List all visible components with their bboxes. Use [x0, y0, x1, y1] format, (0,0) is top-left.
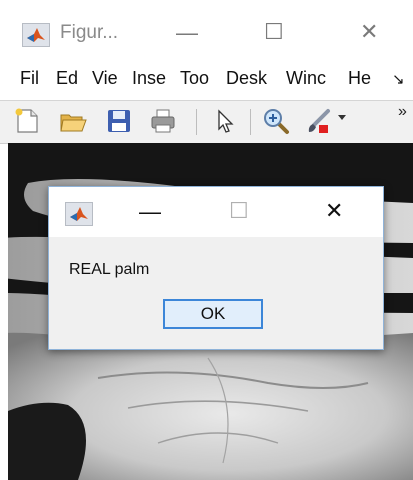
- menu-edit[interactable]: Ed: [56, 68, 78, 89]
- title-bar[interactable]: Figur... — ☐ ✕: [0, 0, 413, 58]
- print-icon[interactable]: [148, 107, 178, 135]
- menu-insert[interactable]: Inse: [132, 68, 166, 89]
- save-icon[interactable]: [104, 107, 134, 135]
- menu-bar: Fil Ed Vie Inse Too Desk Winc He ↘: [0, 64, 413, 94]
- dialog-close-icon[interactable]: ✕: [325, 198, 343, 224]
- zoom-in-icon[interactable]: [262, 107, 292, 135]
- minimize-icon[interactable]: —: [176, 20, 198, 46]
- brush-icon[interactable]: [304, 107, 334, 135]
- message-dialog: — ☐ ✕ REAL palm OK: [48, 186, 384, 350]
- maximize-icon[interactable]: ☐: [264, 19, 284, 45]
- figure-toolbar: »: [0, 100, 413, 144]
- dialog-maximize-icon[interactable]: ☐: [229, 198, 249, 224]
- menu-view[interactable]: Vie: [92, 68, 118, 89]
- dialog-message: REAL palm: [69, 261, 150, 278]
- toolbar-separator: [196, 109, 197, 135]
- dialog-title-bar[interactable]: — ☐ ✕: [49, 187, 383, 237]
- figure-window: Figur... — ☐ ✕ Fil Ed Vie Inse Too Desk …: [0, 0, 413, 480]
- close-icon[interactable]: ✕: [360, 19, 378, 45]
- new-figure-icon[interactable]: [12, 107, 42, 135]
- menu-file[interactable]: Fil: [20, 68, 39, 89]
- window-title: Figur...: [60, 22, 119, 43]
- toolbar-separator: [250, 109, 251, 135]
- menu-tools[interactable]: Too: [180, 68, 209, 89]
- toolbar-overflow-icon[interactable]: »: [398, 103, 407, 121]
- menu-desktop[interactable]: Desk: [226, 68, 267, 89]
- menu-help[interactable]: He: [348, 68, 371, 89]
- menu-window[interactable]: Winc: [286, 68, 326, 89]
- dialog-minimize-icon[interactable]: —: [139, 199, 161, 225]
- open-file-icon[interactable]: [58, 107, 88, 135]
- brush-dropdown-icon[interactable]: [338, 115, 346, 120]
- pointer-icon[interactable]: [210, 107, 240, 135]
- ok-button[interactable]: OK: [163, 299, 263, 329]
- matlab-logo-icon: [65, 202, 93, 226]
- menu-overflow-icon[interactable]: ↘: [392, 70, 405, 88]
- matlab-logo-icon: [22, 23, 50, 47]
